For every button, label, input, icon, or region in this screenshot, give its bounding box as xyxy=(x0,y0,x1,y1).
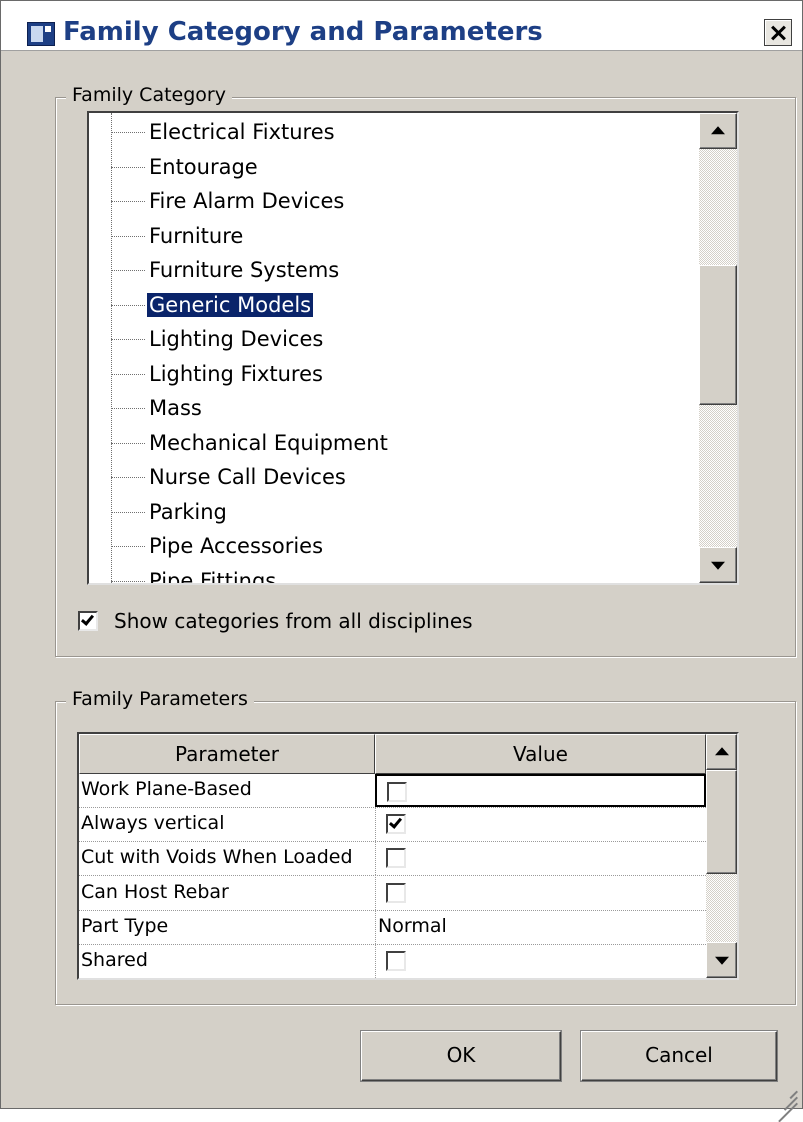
checkmark-icon xyxy=(80,612,95,626)
parameter-name: Always vertical xyxy=(81,812,225,835)
scroll-down-button[interactable] xyxy=(699,547,737,583)
category-item[interactable]: Pipe Accessories xyxy=(89,529,699,563)
category-item-label: Pipe Fittings xyxy=(149,568,277,585)
parameter-name: Can Host Rebar xyxy=(81,880,229,903)
category-item-label: Pipe Accessories xyxy=(149,534,324,558)
parameter-value[interactable] xyxy=(375,876,706,910)
tree-branch-line xyxy=(111,580,145,582)
app-icon xyxy=(27,22,55,46)
category-item-label: Electrical Fixtures xyxy=(149,120,335,144)
parameter-value[interactable]: Normal xyxy=(375,910,706,944)
parameter-row[interactable]: Shared xyxy=(79,945,706,978)
family-parameters-label: Family Parameters xyxy=(66,688,254,710)
tree-branch-line xyxy=(111,304,145,306)
dialog-window: Family Category and Parameters Family Ca… xyxy=(0,0,803,1122)
category-item-label: Furniture Systems xyxy=(149,258,340,282)
parameter-name: Cut with Voids When Loaded xyxy=(81,846,353,869)
scroll-up-button[interactable] xyxy=(699,113,737,149)
parameter-row[interactable]: Part Type Normal xyxy=(79,910,706,945)
category-item-label: Furniture xyxy=(149,223,244,248)
show-all-checkbox[interactable] xyxy=(78,611,98,631)
tree-branch-line xyxy=(111,373,145,375)
header-parameter[interactable]: Parameter xyxy=(79,734,375,774)
parameter-value-text: Normal xyxy=(378,914,447,937)
tree-branch-line xyxy=(111,408,145,409)
category-item-label: Generic Models xyxy=(145,291,315,318)
parameters-scrollbar[interactable] xyxy=(706,734,737,978)
category-item[interactable]: Nurse Call Devices xyxy=(89,460,699,494)
parameter-row[interactable]: Cut with Voids When Loaded xyxy=(79,842,706,877)
parameter-checkbox[interactable] xyxy=(386,951,406,971)
category-item-label: Mass xyxy=(149,396,202,420)
tree-branch-line xyxy=(111,166,145,168)
parameter-value[interactable] xyxy=(375,774,706,807)
parameter-value[interactable] xyxy=(375,842,706,876)
category-item-label: Fire Alarm Devices xyxy=(149,189,345,213)
tree-branch-line xyxy=(111,339,145,340)
category-item-label: Entourage xyxy=(149,154,258,179)
arrow-up-icon xyxy=(714,747,729,756)
category-item-label: Parking xyxy=(149,499,227,524)
category-item[interactable]: Entourage xyxy=(89,150,699,184)
tree-branch-line xyxy=(111,132,145,133)
parameter-value[interactable] xyxy=(375,808,706,842)
tree-branch-line xyxy=(111,511,145,513)
parameter-name: Part Type xyxy=(81,914,169,937)
header-value[interactable]: Value xyxy=(375,734,706,774)
ok-button[interactable]: OK xyxy=(361,1031,561,1081)
parameter-name: Work Plane-Based xyxy=(81,778,252,800)
category-item[interactable]: Lighting Devices xyxy=(89,322,699,356)
category-item[interactable]: Parking xyxy=(89,495,699,529)
parameter-row[interactable]: Always vertical xyxy=(79,808,706,843)
parameters-grid[interactable]: Parameter Value Work Plane-Based Always v… xyxy=(77,732,739,980)
tree-branch-line xyxy=(111,477,145,478)
parameter-checkbox[interactable] xyxy=(386,814,406,835)
parameter-row[interactable]: Can Host Rebar xyxy=(79,876,706,911)
scroll-thumb[interactable] xyxy=(699,265,737,406)
category-tree-list: Electrical Fixtures Entourage Fire Alarm D… xyxy=(89,113,699,585)
category-item[interactable]: Pipe Fittings xyxy=(89,564,699,585)
category-scrollbar[interactable] xyxy=(699,113,737,583)
category-item-label: Nurse Call Devices xyxy=(149,465,346,489)
parameter-row[interactable]: Work Plane-Based xyxy=(79,774,706,808)
resize-grip-icon[interactable] xyxy=(778,1084,798,1122)
category-item[interactable]: Mechanical Equipment xyxy=(89,426,699,460)
category-item[interactable]: Furniture xyxy=(89,219,699,253)
scroll-thumb[interactable] xyxy=(706,770,737,874)
category-item[interactable]: Furniture Systems xyxy=(89,253,699,287)
category-item[interactable]: Lighting Fixtures xyxy=(89,357,699,391)
parameter-value[interactable] xyxy=(375,945,706,978)
category-item[interactable]: Electrical Fixtures xyxy=(89,115,699,149)
parameter-value[interactable] xyxy=(375,979,706,980)
scroll-down-button[interactable] xyxy=(706,942,737,978)
parameter-checkbox[interactable] xyxy=(387,782,407,802)
category-item-label: Lighting Fixtures xyxy=(149,361,323,386)
parameter-checkbox[interactable] xyxy=(386,848,406,869)
category-item-label: Lighting Devices xyxy=(149,327,324,351)
title-bar[interactable]: Family Category and Parameters xyxy=(1,1,802,51)
tree-branch-line xyxy=(111,201,145,202)
category-item[interactable]: Generic Models xyxy=(89,288,699,322)
dialog-title: Family Category and Parameters xyxy=(63,17,543,47)
close-icon[interactable] xyxy=(764,19,792,46)
checkmark-icon xyxy=(388,815,403,830)
parameter-row[interactable]: Room Calculation Point xyxy=(79,979,706,980)
category-tree[interactable]: Electrical Fixtures Entourage Fire Alarm D… xyxy=(87,111,739,585)
tree-branch-line xyxy=(111,270,145,271)
scroll-up-button[interactable] xyxy=(706,734,737,770)
arrow-down-icon xyxy=(711,561,725,570)
category-item[interactable]: Fire Alarm Devices xyxy=(89,184,699,218)
tree-branch-line xyxy=(111,235,145,237)
category-item[interactable]: Mass xyxy=(89,391,699,425)
parameter-checkbox[interactable] xyxy=(386,882,406,903)
category-item-label: Mechanical Equipment xyxy=(149,430,388,455)
show-all-label: Show categories from all disciplines xyxy=(114,609,473,633)
family-category-label: Family Category xyxy=(66,84,232,106)
tree-branch-line xyxy=(111,546,145,547)
arrow-up-icon xyxy=(711,126,725,135)
tree-branch-line xyxy=(111,442,145,444)
arrow-down-icon xyxy=(714,956,729,965)
cancel-button[interactable]: Cancel xyxy=(581,1031,777,1081)
parameter-name: Shared xyxy=(81,949,148,971)
